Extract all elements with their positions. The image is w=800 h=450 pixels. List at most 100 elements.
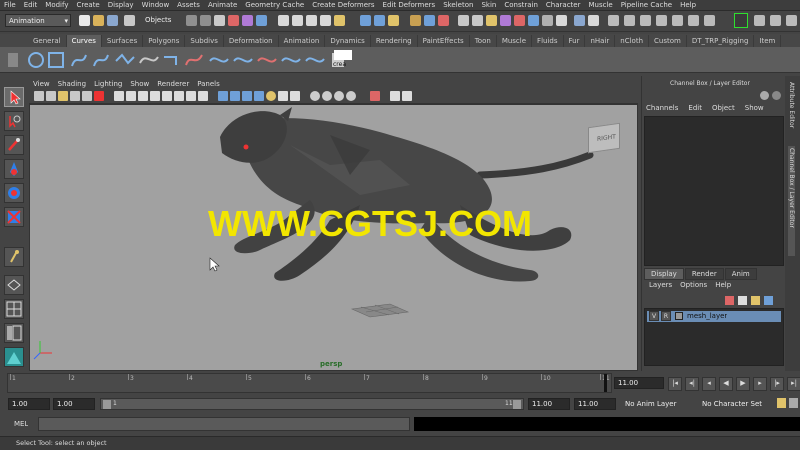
input-box-icon[interactable] (486, 15, 497, 26)
input-box-icon[interactable] (574, 15, 585, 26)
select-by-hierarchy-icon[interactable] (124, 15, 135, 26)
pick-mask-icon[interactable] (200, 15, 211, 26)
tab-dynamics[interactable]: Dynamics (325, 35, 371, 47)
menu-skeleton[interactable]: Skeleton (439, 0, 477, 11)
menu-geometry-cache[interactable]: Geometry Cache (241, 0, 308, 11)
input-box-icon[interactable] (556, 15, 567, 26)
move-tool-icon[interactable] (4, 159, 24, 179)
layer-color-swatch[interactable] (675, 312, 683, 320)
menu-pipeline-cache[interactable]: Pipeline Cache (617, 0, 676, 11)
menu-constrain[interactable]: Constrain (500, 0, 542, 11)
use-all-lights-icon[interactable] (266, 91, 276, 101)
range-slider[interactable]: 1 11 (100, 398, 524, 410)
last-tool-icon[interactable] (4, 247, 24, 267)
tab-fur[interactable]: Fur (564, 35, 586, 47)
auto-key-icon[interactable] (777, 398, 786, 408)
input-box-icon[interactable] (542, 15, 553, 26)
select-tool-icon[interactable] (4, 87, 24, 107)
screen-space-ao-icon[interactable] (346, 91, 356, 101)
anim-layer-dropdown[interactable]: No Anim Layer (621, 398, 697, 410)
menu-modify[interactable]: Modify (41, 0, 72, 11)
sidebar-toggle-icon[interactable] (688, 15, 699, 26)
layout-toggle-icon[interactable] (734, 13, 748, 28)
xray-icon[interactable] (290, 91, 300, 101)
tab-animation[interactable]: Animation (279, 35, 326, 47)
snap-curve-icon[interactable] (292, 15, 303, 26)
viewport-menu-view[interactable]: View (29, 80, 54, 88)
menu-window[interactable]: Window (138, 0, 174, 11)
channel-box-menu-edit[interactable]: Edit (688, 104, 702, 112)
pick-mask-icon[interactable] (242, 15, 253, 26)
tab-attribute-editor[interactable]: Attribute Editor (788, 82, 795, 142)
construction-history-icon[interactable] (388, 15, 399, 26)
step-forward-frame-icon[interactable]: ▸ (753, 377, 767, 391)
text-icon[interactable] (198, 91, 208, 101)
tab-layer-display[interactable]: Display (644, 268, 684, 280)
snap-point-icon[interactable] (306, 15, 317, 26)
command-input[interactable] (38, 417, 410, 431)
range-start-handle[interactable] (103, 400, 111, 409)
playback-start-field[interactable]: 1.00 (53, 398, 95, 410)
resolution-gate-icon[interactable] (138, 91, 148, 101)
current-time-field[interactable]: 11.00 (614, 377, 664, 389)
tab-deformation[interactable]: Deformation (224, 35, 279, 47)
channel-list[interactable] (644, 116, 784, 266)
camera-attributes-icon[interactable] (46, 91, 56, 101)
tab-ncloth[interactable]: nCloth (615, 35, 650, 47)
panel-option-icon[interactable] (760, 91, 769, 100)
layer-row[interactable]: V R mesh_layer (647, 311, 781, 322)
paint-select-tool-icon[interactable] (4, 135, 24, 155)
shadows-icon[interactable] (278, 91, 288, 101)
step-back-key-icon[interactable]: ◂| (685, 377, 699, 391)
sidebar-toggle-icon[interactable] (770, 15, 781, 26)
tab-painteffects[interactable]: PaintEffects (418, 35, 470, 47)
ipr-render-icon[interactable] (424, 15, 435, 26)
preferences-icon[interactable] (789, 398, 798, 408)
outliner-layout-icon[interactable] (4, 323, 24, 343)
viewport-menu-panels[interactable]: Panels (193, 80, 224, 88)
menu-create-deformers[interactable]: Create Deformers (308, 0, 378, 11)
save-scene-icon[interactable] (107, 15, 118, 26)
xray-joints-icon[interactable] (322, 91, 332, 101)
menu-edit[interactable]: Edit (20, 0, 42, 11)
tab-rendering[interactable]: Rendering (371, 35, 418, 47)
menu-file[interactable]: File (0, 0, 20, 11)
tab-surfaces[interactable]: Surfaces (102, 35, 144, 47)
input-box-icon[interactable] (472, 15, 483, 26)
viewport-menu-show[interactable]: Show (126, 80, 153, 88)
create-icon[interactable] (334, 50, 352, 60)
new-layer-icon[interactable] (725, 296, 734, 305)
snap-live-icon[interactable] (334, 15, 345, 26)
move-up-icon[interactable] (751, 296, 760, 305)
curve-tools-shelf[interactable] (26, 49, 366, 71)
channel-box-menu-object[interactable]: Object (712, 104, 735, 112)
pick-mask-icon[interactable] (256, 15, 267, 26)
step-forward-key-icon[interactable]: |▸ (770, 377, 784, 391)
motion-blur-icon[interactable] (370, 91, 380, 101)
anti-aliasing-icon[interactable] (390, 91, 400, 101)
sidebar-toggle-icon[interactable] (656, 15, 667, 26)
start-time-field[interactable]: 1.00 (8, 398, 50, 410)
safe-title-icon[interactable] (186, 91, 196, 101)
input-box-icon[interactable] (588, 15, 599, 26)
lasso-tool-icon[interactable] (4, 111, 24, 131)
single-perspective-layout-icon[interactable] (4, 275, 24, 295)
tab-layer-anim[interactable]: Anim (724, 268, 757, 280)
grease-pencil-icon[interactable] (94, 91, 104, 101)
depth-of-field-icon[interactable] (402, 91, 412, 101)
menu-muscle[interactable]: Muscle (584, 0, 616, 11)
sidebar-toggle-icon[interactable] (640, 15, 651, 26)
go-to-start-icon[interactable]: |◂ (668, 377, 682, 391)
safe-action-icon[interactable] (174, 91, 184, 101)
time-slider[interactable]: 1234567891011 (7, 373, 612, 393)
tab-custom[interactable]: Custom (649, 35, 687, 47)
grid-icon[interactable] (114, 91, 124, 101)
snap-plane-icon[interactable] (320, 15, 331, 26)
input-box-icon[interactable] (458, 15, 469, 26)
scale-tool-icon[interactable] (4, 207, 24, 227)
panel-option-icon[interactable] (772, 91, 781, 100)
new-scene-icon[interactable] (79, 15, 90, 26)
bookmark-icon[interactable] (58, 91, 68, 101)
menu-assets[interactable]: Assets (173, 0, 204, 11)
snap-grid-icon[interactable] (278, 15, 289, 26)
